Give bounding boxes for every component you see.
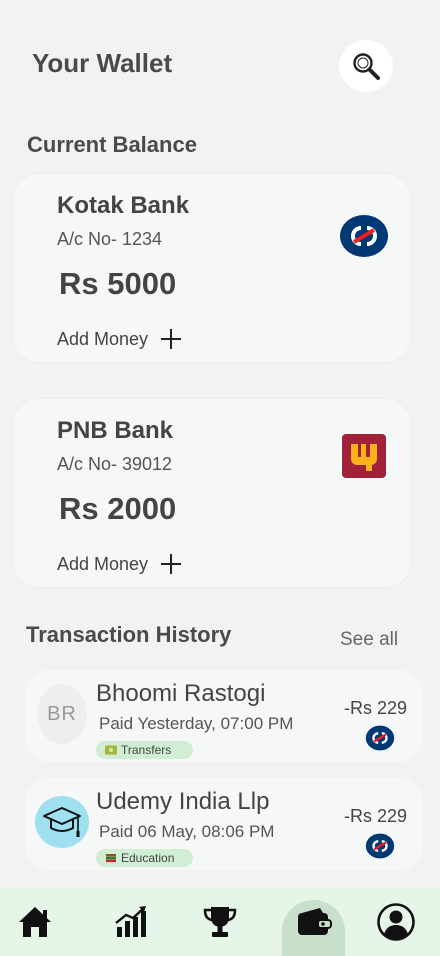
- account-balance: Rs 5000: [59, 266, 177, 301]
- nav-home[interactable]: [14, 887, 56, 956]
- account-number: A/c No- 39012: [57, 454, 173, 474]
- add-money-button[interactable]: Add Money: [57, 553, 182, 575]
- transaction-history-heading: Transaction History: [26, 622, 232, 647]
- nav-profile[interactable]: [374, 887, 418, 956]
- kotak-logo-icon: [365, 833, 395, 859]
- money-icon: [105, 745, 117, 755]
- account-balance: Rs 2000: [59, 491, 177, 526]
- plus-icon: [161, 554, 182, 574]
- nav-stats[interactable]: [110, 887, 150, 956]
- transaction-name: Bhoomi Rastogi: [96, 680, 266, 707]
- avatar: [35, 796, 89, 848]
- transaction-amount: -Rs 229: [343, 806, 407, 826]
- profile-icon: [377, 902, 415, 941]
- avatar: BR: [37, 684, 87, 744]
- pnb-logo-icon: [342, 434, 386, 478]
- wallet-icon: [298, 907, 332, 935]
- transaction-name: Udemy India Llp: [96, 788, 270, 815]
- chart-icon: [115, 905, 146, 937]
- account-number: A/c No- 1234: [57, 229, 163, 249]
- category-tag: Education: [96, 849, 193, 867]
- transaction-item-udemy[interactable]: Udemy India Llp Paid 06 May, 08:06 PM Ed…: [25, 778, 423, 870]
- bank-name: Kotak Bank: [57, 192, 190, 219]
- account-card-pnb[interactable]: PNB Bank A/c No- 39012 Rs 2000 Add Money: [13, 399, 411, 587]
- transaction-amount: -Rs 229: [343, 698, 407, 718]
- books-icon: [106, 854, 116, 863]
- trophy-icon: [203, 906, 237, 937]
- page-title: Your Wallet: [32, 48, 173, 78]
- kotak-logo-icon: [340, 215, 388, 257]
- graduation-cap-icon: [43, 807, 81, 837]
- nav-rewards[interactable]: [200, 887, 240, 956]
- category-label: Transfers: [121, 743, 172, 757]
- category-tag: Transfers: [96, 741, 193, 759]
- search-button[interactable]: [339, 40, 393, 92]
- category-label: Education: [121, 851, 175, 865]
- current-balance-heading: Current Balance: [27, 132, 197, 157]
- plus-icon: [161, 329, 182, 349]
- home-icon: [19, 906, 51, 937]
- add-money-button[interactable]: Add Money: [57, 328, 182, 350]
- search-icon: [353, 53, 380, 80]
- avatar-initials: BR: [47, 702, 77, 725]
- see-all-link[interactable]: See all: [340, 629, 398, 651]
- transaction-time: Paid 06 May, 08:06 PM: [99, 822, 275, 841]
- add-money-label: Add Money: [57, 553, 149, 574]
- transaction-time: Paid Yesterday, 07:00 PM: [99, 714, 294, 733]
- account-card-kotak[interactable]: Kotak Bank A/c No- 1234 Rs 5000 Add Mone…: [13, 174, 411, 362]
- bank-name: PNB Bank: [57, 417, 174, 444]
- transaction-item-bhoomi[interactable]: BR Bhoomi Rastogi Paid Yesterday, 07:00 …: [25, 670, 423, 762]
- bottom-nav: [0, 887, 440, 956]
- add-money-label: Add Money: [57, 328, 149, 349]
- nav-wallet[interactable]: [290, 887, 338, 956]
- kotak-logo-icon: [365, 725, 395, 751]
